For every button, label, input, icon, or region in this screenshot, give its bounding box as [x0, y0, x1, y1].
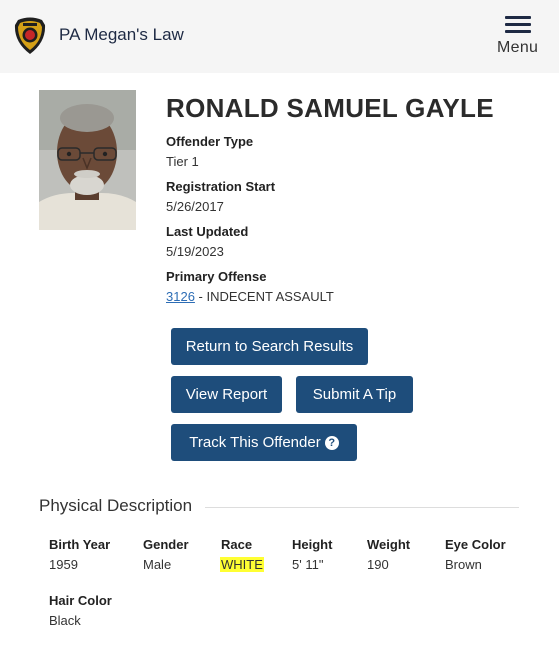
hamburger-menu-icon [505, 16, 531, 34]
track-this-offender-label: Track This Offender [189, 434, 321, 451]
menu-button[interactable]: Menu [494, 12, 546, 60]
last-updated-value: 5/19/2023 [166, 244, 224, 259]
offense-code-link[interactable]: 3126 [166, 289, 195, 304]
birth-year-label: Birth Year [49, 537, 111, 552]
gender-value: Male [143, 557, 172, 572]
eye-color-label: Eye Color [445, 537, 506, 552]
site-header: PA Megan's Law Menu [0, 0, 559, 73]
offender-name: RONALD SAMUEL GAYLE [166, 93, 494, 123]
primary-offense-label: Primary Offense [166, 269, 267, 284]
race-value: WHITE [220, 557, 264, 572]
last-updated-label: Last Updated [166, 224, 249, 239]
site-brand-title[interactable]: PA Megan's Law [59, 25, 184, 45]
section-divider [205, 507, 519, 508]
registration-start-label: Registration Start [166, 179, 276, 194]
gender-label: Gender [143, 537, 189, 552]
hair-color-value: Black [49, 613, 81, 628]
offender-type-label: Offender Type [166, 134, 254, 149]
height-label: Height [292, 537, 333, 552]
view-report-button[interactable]: View Report [171, 376, 282, 413]
race-value-wrapper: WHITE [220, 557, 264, 572]
race-label: Race [221, 537, 253, 552]
weight-value: 190 [367, 557, 389, 572]
primary-offense-value: 3126 - INDECENT ASSAULT [166, 289, 334, 304]
menu-label: Menu [497, 39, 539, 56]
physical-description-heading: Physical Description [39, 496, 193, 515]
track-this-offender-button[interactable]: Track This Offender? [171, 424, 357, 461]
hair-color-label: Hair Color [49, 593, 112, 608]
state-police-badge-icon[interactable] [12, 16, 48, 56]
offense-description: - INDECENT ASSAULT [194, 289, 334, 304]
registration-start-value: 5/26/2017 [166, 199, 224, 214]
height-value: 5' 11" [292, 557, 324, 572]
weight-label: Weight [367, 537, 411, 552]
return-to-search-results-button[interactable]: Return to Search Results [171, 328, 368, 365]
birth-year-value: 1959 [49, 557, 78, 572]
submit-a-tip-button[interactable]: Submit A Tip [296, 376, 413, 413]
offender-type-value: Tier 1 [166, 154, 199, 169]
question-circle-icon: ? [324, 436, 339, 450]
eye-color-value: Brown [445, 557, 482, 572]
offender-photo [39, 90, 136, 230]
